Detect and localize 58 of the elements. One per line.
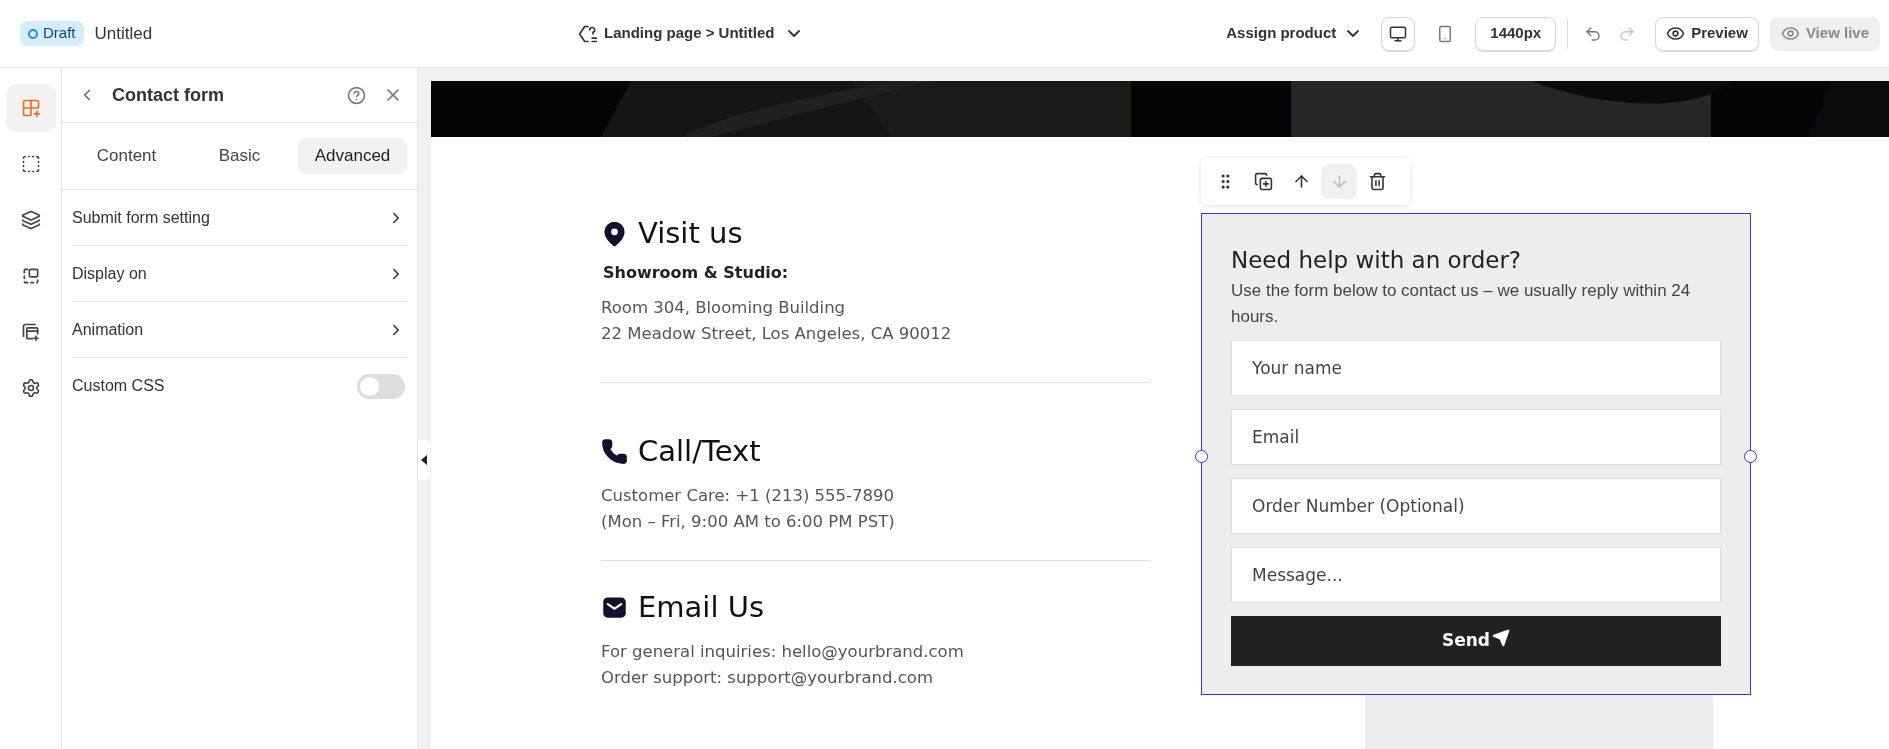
tag-icon (578, 23, 598, 44)
status-badge: Draft (20, 21, 84, 46)
contact-line: Customer Care: +1 (213) 555-7890 (601, 485, 896, 507)
toggle-switch[interactable] (357, 373, 405, 399)
help-button[interactable] (347, 85, 366, 105)
page-title: Untitled (94, 22, 153, 45)
input-field[interactable]: Email (1231, 409, 1721, 465)
grid-plus-icon (20, 98, 41, 118)
dashed-square-icon (20, 154, 41, 174)
contact-line: Order support: support@yourbrand.com (601, 667, 935, 689)
duplicate-icon (1253, 172, 1273, 191)
contact-line: 22 Meadow Street, Los Angeles, CA 90012 (601, 323, 953, 345)
panel-tab[interactable]: Basic (185, 138, 294, 174)
eye-icon (1780, 24, 1800, 43)
send-button[interactable]: Send (1231, 616, 1721, 666)
chevron-down-icon (788, 30, 801, 37)
form-description: Use the form below to contact us – we usually reply within 24 hours. (1231, 280, 1692, 328)
setting-row[interactable]: Submit form setting (72, 190, 405, 245)
page-breadcrumb[interactable]: Landing page > Untitled (578, 22, 801, 45)
add-page-icon (20, 322, 41, 342)
resize-handle[interactable] (1744, 450, 1757, 463)
section-heading: Visit us (638, 215, 743, 252)
panel-tab[interactable]: Advanced (298, 138, 407, 174)
setting-row[interactable]: Display on (72, 246, 405, 301)
trash-icon (1367, 172, 1387, 191)
desktop-view-button[interactable] (1381, 16, 1416, 51)
eye-icon (1666, 24, 1686, 43)
monitor-icon (1389, 24, 1408, 43)
collapse-handle[interactable] (418, 440, 430, 480)
caret-left-icon (421, 455, 427, 465)
chevron-down-icon (1347, 30, 1360, 37)
setting-row[interactable]: Animation (72, 302, 405, 357)
contact-line: (Mon – Fri, 9:00 AM to 6:00 PM PST) (601, 511, 896, 533)
section-heading: Email Us (638, 589, 764, 626)
undo-icon (1584, 24, 1603, 43)
assign-product-dropdown[interactable]: Assign product (1226, 22, 1360, 45)
section-heading: Call/Text (638, 433, 761, 470)
input-field[interactable]: Message... (1231, 547, 1721, 603)
setting-label: Custom CSS (72, 376, 165, 396)
input-field[interactable]: Your name (1231, 340, 1721, 396)
section-subtitle: Showroom & Studio: (603, 262, 790, 284)
status-ring-icon (28, 28, 38, 39)
panel-title: Contact form (112, 83, 224, 107)
layers-icon (20, 210, 41, 230)
preview-button[interactable]: Preview (1655, 16, 1759, 51)
paper-plane-icon (1492, 629, 1510, 647)
contact-line: For general inquiries: hello@yourbrand.com (601, 641, 965, 663)
contact-line: Room 304, Blooming Building (601, 297, 847, 319)
settings-icon (20, 378, 41, 398)
panel-tab[interactable]: Content (72, 138, 181, 174)
phone-icon (601, 437, 628, 465)
form-title: Need help with an order? (1231, 246, 1523, 275)
input-field[interactable]: Order Number (Optional) (1231, 478, 1721, 534)
width-button[interactable]: 1440px (1475, 16, 1557, 51)
help-icon (347, 85, 366, 105)
map-pin-icon (601, 219, 628, 247)
resize-handle[interactable] (1195, 450, 1208, 463)
redo-icon (1618, 24, 1637, 43)
